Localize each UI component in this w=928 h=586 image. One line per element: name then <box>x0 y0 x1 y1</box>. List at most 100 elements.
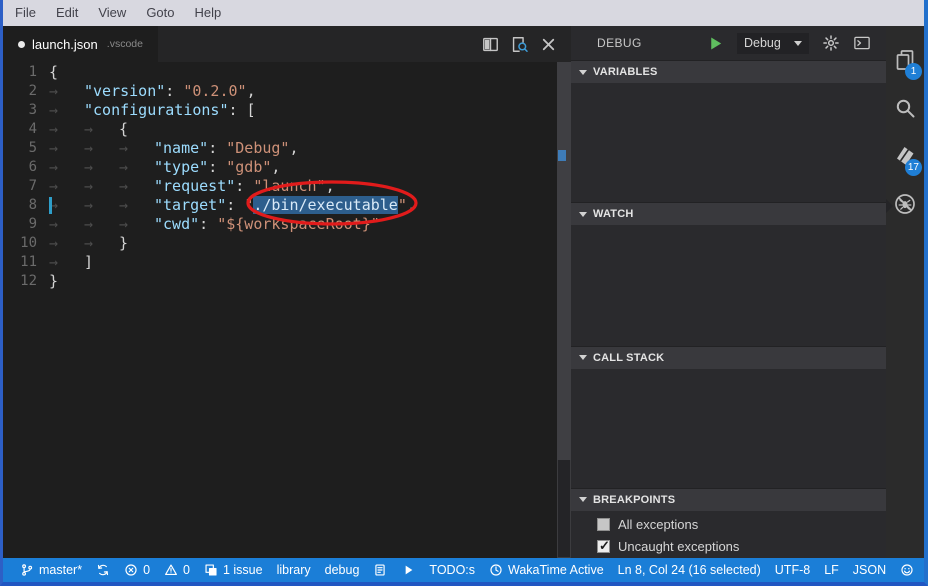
code-line-12[interactable]: 12} <box>3 272 571 291</box>
line-number[interactable]: 4 <box>3 120 49 139</box>
section-header-watch[interactable]: WATCH <box>571 202 886 225</box>
sync-icon <box>96 563 110 577</box>
token-punc: : <box>199 215 217 233</box>
line-number[interactable]: 10 <box>3 234 49 253</box>
menu-item-view[interactable]: View <box>88 0 136 26</box>
status-wakatime-label: WakaTime Active <box>508 563 604 577</box>
line-number[interactable]: 6 <box>3 158 49 177</box>
token-punc: { <box>49 63 58 81</box>
status-encoding[interactable]: UTF-8 <box>768 558 817 582</box>
open-preview-button[interactable] <box>510 35 529 54</box>
code-line-9[interactable]: 9→→→"cwd": "${workspaceRoot}" <box>3 215 571 234</box>
section-label: WATCH <box>593 208 634 220</box>
code-text: →→→"name": "Debug", <box>49 139 299 158</box>
tab-whitespace-indicator: → <box>84 120 119 139</box>
status-library-label: library <box>277 563 311 577</box>
section-body-call-stack <box>571 369 886 488</box>
menu-item-edit[interactable]: Edit <box>46 0 88 26</box>
status-language-mode[interactable]: JSON <box>846 558 893 582</box>
tab-whitespace-indicator: → <box>49 253 84 272</box>
checkbox-uncaught-exceptions[interactable] <box>597 540 610 553</box>
line-number[interactable]: 3 <box>3 101 49 120</box>
line-number[interactable]: 2 <box>3 82 49 101</box>
status-todos[interactable]: TODO:s <box>422 558 482 582</box>
tab-launch-json[interactable]: launch.json .vscode <box>3 26 158 62</box>
status-feedback[interactable] <box>893 558 921 582</box>
menu-item-goto[interactable]: Goto <box>136 0 184 26</box>
activity-search[interactable] <box>886 86 924 134</box>
activity-extensions[interactable]: 17 <box>886 134 924 182</box>
twistie-icon <box>579 212 587 217</box>
code-line-11[interactable]: 11→] <box>3 253 571 272</box>
token-str: "${workspaceRoot}" <box>217 215 380 233</box>
code-line-3[interactable]: 3→"configurations": [ <box>3 101 571 120</box>
line-number[interactable]: 7 <box>3 177 49 196</box>
code-editor[interactable]: 1{2→"version": "0.2.0",3→"configurations… <box>3 62 571 558</box>
section-header-call-stack[interactable]: CALL STACK <box>571 346 886 369</box>
code-line-7[interactable]: 7→→→"request": "launch", <box>3 177 571 196</box>
line-number[interactable]: 8 <box>3 196 49 215</box>
tab-whitespace-indicator: → <box>119 177 154 196</box>
status-sync[interactable] <box>89 558 117 582</box>
token-str: " <box>244 196 253 214</box>
code-text: →→→"request": "launch", <box>49 177 335 196</box>
split-editor-button[interactable] <box>481 35 500 54</box>
status-errors[interactable]: 0 <box>117 558 157 582</box>
tab-whitespace-indicator: → <box>49 82 84 101</box>
code-line-8[interactable]: 8→→→"target": "./bin/executable", <box>3 196 571 215</box>
scrollbar-thumb[interactable] <box>557 62 571 460</box>
code-text: →] <box>49 253 93 272</box>
status-play[interactable] <box>394 558 422 582</box>
status-issues[interactable]: 1 issue <box>197 558 270 582</box>
activity-debug[interactable] <box>886 182 924 230</box>
status-git-branch-label: master* <box>39 563 82 577</box>
code-line-5[interactable]: 5→→→"name": "Debug", <box>3 139 571 158</box>
token-punc: , <box>326 177 335 195</box>
start-debug-button[interactable] <box>707 35 724 52</box>
editor-scrollbar[interactable] <box>557 62 571 558</box>
checkbox-all-exceptions[interactable] <box>597 518 610 531</box>
scrollbar-track-lower <box>557 460 571 558</box>
line-number[interactable]: 9 <box>3 215 49 234</box>
token-key: "type" <box>154 158 208 176</box>
token-punc: : [ <box>229 101 256 119</box>
close-editor-button[interactable] <box>539 35 558 54</box>
debug-config-dropdown[interactable]: Debug <box>737 33 809 54</box>
line-number[interactable]: 1 <box>3 63 49 82</box>
code-line-2[interactable]: 2→"version": "0.2.0", <box>3 82 571 101</box>
status-library[interactable]: library <box>270 558 318 582</box>
editor-group: launch.json .vscode 1{2→"version": "0.2.… <box>3 26 571 558</box>
code-line-1[interactable]: 1{ <box>3 63 571 82</box>
tab-whitespace-indicator: → <box>49 139 84 158</box>
code-line-6[interactable]: 6→→→"type": "gdb", <box>3 158 571 177</box>
menu-item-file[interactable]: File <box>5 0 46 26</box>
section-header-breakpoints[interactable]: BREAKPOINTS <box>571 488 886 511</box>
status-warnings[interactable]: 0 <box>157 558 197 582</box>
status-git-branch[interactable]: master* <box>13 558 89 582</box>
code-line-4[interactable]: 4→→{ <box>3 120 571 139</box>
twistie-icon <box>579 497 587 502</box>
status-cursor-position[interactable]: Ln 8, Col 24 (16 selected) <box>611 558 768 582</box>
token-punc: : <box>165 82 183 100</box>
status-debug[interactable]: debug <box>318 558 367 582</box>
token-punc: : <box>235 177 253 195</box>
activity-explorer[interactable]: 1 <box>886 38 924 86</box>
status-eol[interactable]: LF <box>817 558 846 582</box>
menu-item-help[interactable]: Help <box>185 0 232 26</box>
token-punc: } <box>49 272 58 290</box>
menu-bar: FileEditViewGotoHelp <box>3 0 924 26</box>
status-notebook[interactable] <box>366 558 394 582</box>
token-str: " <box>398 196 407 214</box>
line-number[interactable]: 5 <box>3 139 49 158</box>
status-wakatime[interactable]: WakaTime Active <box>482 558 611 582</box>
code-text: →→{ <box>49 120 128 139</box>
gear-icon[interactable] <box>822 34 840 52</box>
line-number[interactable]: 12 <box>3 272 49 291</box>
editor-actions <box>481 26 571 62</box>
debug-console-icon[interactable] <box>853 34 871 52</box>
breakpoint-row: All exceptions <box>571 514 886 535</box>
section-header-variables[interactable]: VARIABLES <box>571 60 886 83</box>
token-punc: } <box>119 234 128 252</box>
code-line-10[interactable]: 10→→} <box>3 234 571 253</box>
line-number[interactable]: 11 <box>3 253 49 272</box>
